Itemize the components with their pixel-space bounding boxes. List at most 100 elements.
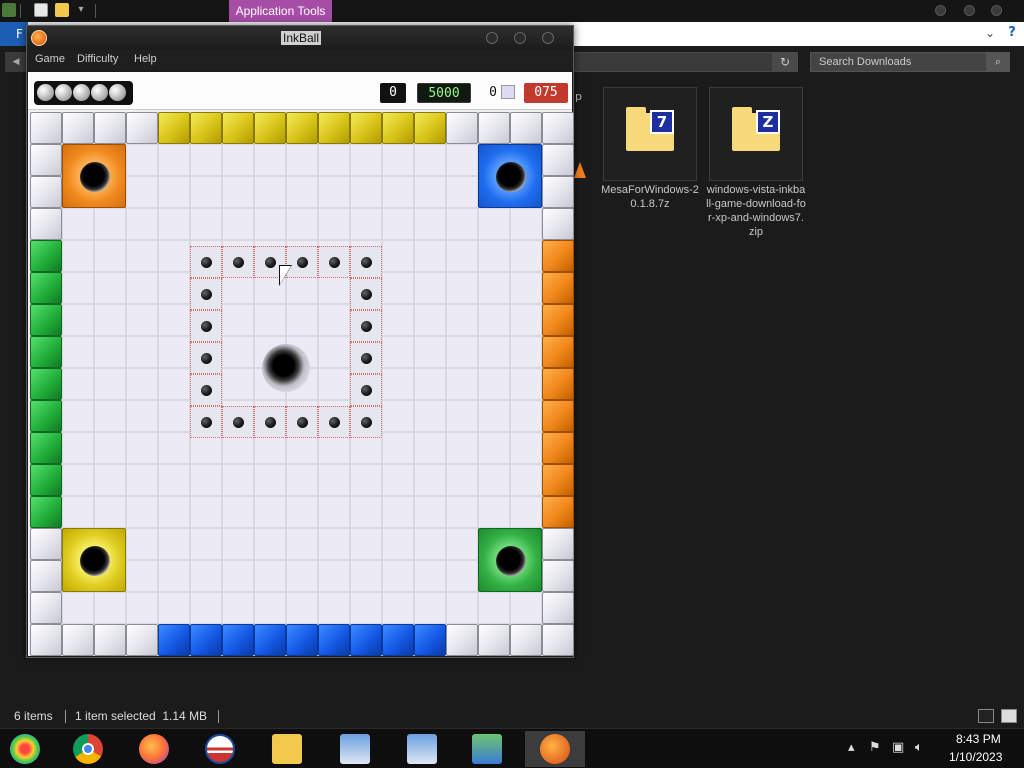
gray-wall — [30, 144, 62, 176]
menu-help[interactable]: Help — [134, 53, 157, 65]
tile-dot — [201, 289, 212, 300]
floor-cell — [158, 336, 190, 368]
floor-cell — [158, 176, 190, 208]
queued-ball — [37, 84, 54, 101]
floor-cell — [158, 144, 190, 176]
large-icons-view-icon[interactable] — [1001, 709, 1017, 723]
taskbar-obama[interactable] — [190, 731, 250, 767]
file-tab[interactable]: F — [0, 22, 28, 46]
show-hidden-icons-icon[interactable]: ▴ — [848, 740, 855, 755]
taskbar-firefox[interactable] — [124, 731, 184, 767]
floor-cell — [254, 464, 286, 496]
floor-cell — [222, 176, 254, 208]
taskbar-network-app[interactable] — [457, 731, 517, 767]
floor-cell — [414, 592, 446, 624]
network-status-icon[interactable]: ▣ — [892, 740, 904, 755]
score-header: 0 5000 0 075 — [28, 72, 572, 110]
status-bar: 6 items 1 item selected 1.14 MB — [0, 705, 1024, 727]
close-button[interactable] — [542, 32, 554, 44]
orange-wall — [542, 496, 574, 528]
floor-cell — [158, 496, 190, 528]
breakable-tile — [318, 406, 350, 438]
inkball-app-icon[interactable] — [31, 30, 47, 46]
floor-cell — [478, 208, 510, 240]
taskbar-setup-2[interactable] — [392, 731, 452, 767]
maximize-button[interactable] — [514, 32, 526, 44]
floor-cell — [446, 464, 478, 496]
floor-cell — [94, 496, 126, 528]
back-arrow-icon[interactable]: ◀ — [5, 52, 27, 72]
ribbon-expand-icon[interactable]: ⌄ — [985, 26, 995, 40]
breakable-tile — [222, 246, 254, 278]
archive-thumbnail[interactable]: 7 — [603, 87, 697, 181]
properties-icon[interactable] — [34, 3, 48, 17]
taskbar-start[interactable] — [0, 731, 52, 767]
taskbar-chrome[interactable] — [58, 731, 118, 767]
gray-wall — [542, 144, 574, 176]
inkball-titlebar[interactable]: InkBall — [27, 26, 573, 50]
green-goal — [478, 528, 542, 592]
details-view-icon[interactable] — [978, 709, 994, 723]
tile-dot — [297, 417, 308, 428]
new-folder-icon[interactable] — [55, 3, 69, 17]
balls-counter: 0 — [380, 83, 406, 103]
clock-date[interactable]: 1/10/2023 — [949, 750, 1002, 764]
maximize-button[interactable] — [964, 5, 975, 16]
floor-cell — [158, 528, 190, 560]
archive-thumbnail[interactable]: Z — [709, 87, 803, 181]
taskbar-file-explorer[interactable] — [257, 731, 317, 767]
taskbar-setup-1[interactable] — [325, 731, 385, 767]
menu-difficulty[interactable]: Difficulty — [77, 53, 118, 65]
minimize-button[interactable] — [935, 5, 946, 16]
floor-cell — [478, 496, 510, 528]
volume-icon[interactable]: 🔈︎ — [915, 740, 923, 755]
start-icon — [10, 734, 40, 764]
blue-wall — [350, 624, 382, 656]
floor-cell — [318, 560, 350, 592]
taskbar-inkball[interactable] — [525, 731, 585, 767]
selection-info: 1 item selected 1.14 MB — [75, 709, 208, 723]
search-input[interactable]: Search Downloads — [810, 52, 1010, 72]
close-button[interactable] — [991, 5, 1002, 16]
menu-game[interactable]: Game — [35, 53, 65, 65]
refresh-icon[interactable]: ↻ — [772, 52, 798, 72]
gray-wall — [126, 112, 158, 144]
floor-cell — [158, 368, 190, 400]
breakable-tile — [190, 310, 222, 342]
green-wall — [30, 240, 62, 272]
floor-cell — [510, 336, 542, 368]
customize-chevron-icon[interactable]: ▾ — [74, 3, 88, 17]
goal-hole-icon — [80, 162, 110, 192]
queued-ball — [73, 84, 90, 101]
application-tools-tab[interactable]: Application Tools — [229, 0, 332, 22]
tile-dot — [297, 257, 308, 268]
clock-time[interactable]: 8:43 PM — [956, 732, 1001, 746]
gray-wall — [542, 208, 574, 240]
floor-cell — [126, 464, 158, 496]
floor-cell — [478, 240, 510, 272]
floor-cell — [158, 560, 190, 592]
gray-wall — [510, 624, 542, 656]
floor-cell — [318, 208, 350, 240]
floor-cell — [254, 144, 286, 176]
yellow-wall — [350, 112, 382, 144]
minimize-button[interactable] — [486, 32, 498, 44]
mouse-cursor — [280, 266, 291, 284]
floor-cell — [414, 432, 446, 464]
floor-cell — [318, 304, 350, 336]
action-center-flag-icon[interactable]: ⚑ — [869, 740, 881, 755]
file-name[interactable]: windows-vista-inkball-game-download-for-… — [706, 183, 806, 239]
game-board[interactable] — [30, 112, 574, 656]
address-bar[interactable] — [572, 52, 798, 72]
search-icon[interactable]: ⌕ — [986, 52, 1010, 72]
help-icon[interactable]: ? — [1004, 25, 1020, 41]
floor-cell — [126, 496, 158, 528]
floor-cell — [222, 560, 254, 592]
green-wall — [30, 368, 62, 400]
network-icon — [472, 734, 502, 764]
floor-cell — [414, 240, 446, 272]
explorer-app-icon[interactable] — [2, 3, 16, 17]
file-name[interactable]: MesaForWindows-20.1.8.7z — [600, 183, 700, 211]
breakable-tile — [350, 374, 382, 406]
tile-dot — [233, 257, 244, 268]
